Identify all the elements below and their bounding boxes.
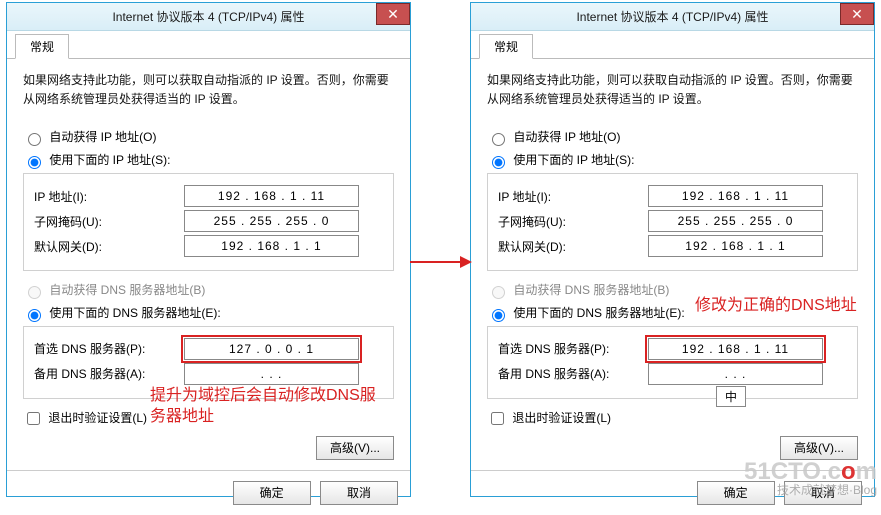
radio-auto-ip-row[interactable]: 自动获得 IP 地址(O): [487, 128, 858, 146]
annotation-right: 修改为正确的DNS地址: [695, 296, 881, 317]
checkbox-validate-label: 退出时验证设置(L): [48, 411, 147, 425]
radio-manual-ip-label: 使用下面的 IP 地址(S):: [513, 153, 634, 167]
ip-fieldgroup: IP 地址(I): 192 . 168 . 1 . 11 子网掩码(U): 25…: [23, 173, 394, 271]
radio-auto-ip-label: 自动获得 IP 地址(O): [513, 130, 620, 144]
window-title: Internet 协议版本 4 (TCP/IPv4) 属性: [576, 8, 768, 25]
radio-auto-dns-row: 自动获得 DNS 服务器地址(B): [23, 281, 394, 299]
label-dns-primary: 首选 DNS 服务器(P):: [498, 340, 648, 357]
input-dns-primary[interactable]: 192 . 168 . 1 . 11: [648, 338, 823, 360]
dns-fieldgroup: 首选 DNS 服务器(P): 192 . 168 . 1 . 11 备用 DNS…: [487, 326, 858, 399]
dialog-body: 如果网络支持此功能，则可以获取自动指派的 IP 设置。否则，你需要从网络系统管理…: [471, 59, 874, 470]
ime-candidate[interactable]: 中: [716, 386, 746, 407]
radio-manual-dns-row[interactable]: 使用下面的 DNS 服务器地址(E):: [23, 304, 394, 322]
close-button[interactable]: ✕: [376, 3, 410, 25]
advanced-button[interactable]: 高级(V)...: [780, 436, 858, 460]
dialog-button-row: 确定 取消: [471, 470, 874, 515]
ip-fieldgroup: IP 地址(I): 192 . 168 . 1 . 11 子网掩码(U): 25…: [487, 173, 858, 271]
radio-auto-ip[interactable]: [492, 133, 505, 146]
tab-general[interactable]: 常规: [15, 34, 69, 59]
description-text: 如果网络支持此功能，则可以获取自动指派的 IP 设置。否则，你需要从网络系统管理…: [23, 71, 394, 109]
annotation-left: 提升为域控后会自动修改DNS服务器地址: [150, 386, 380, 428]
radio-manual-ip-row[interactable]: 使用下面的 IP 地址(S):: [23, 151, 394, 169]
radio-auto-ip[interactable]: [28, 133, 41, 146]
input-mask[interactable]: 255 . 255 . 255 . 0: [184, 210, 359, 232]
tab-bar: 常规: [471, 33, 874, 59]
close-icon: ✕: [851, 6, 863, 23]
ok-button[interactable]: 确定: [697, 481, 775, 505]
close-icon: ✕: [387, 6, 399, 23]
tab-general[interactable]: 常规: [479, 34, 533, 59]
radio-auto-dns-label: 自动获得 DNS 服务器地址(B): [49, 283, 205, 297]
radio-auto-dns-label: 自动获得 DNS 服务器地址(B): [513, 283, 669, 297]
label-gateway: 默认网关(D):: [34, 238, 184, 255]
radio-manual-dns-label: 使用下面的 DNS 服务器地址(E):: [513, 306, 684, 320]
radio-auto-ip-row[interactable]: 自动获得 IP 地址(O): [23, 128, 394, 146]
input-dns-alt[interactable]: . . .: [648, 363, 823, 385]
description-text: 如果网络支持此功能，则可以获取自动指派的 IP 设置。否则，你需要从网络系统管理…: [487, 71, 858, 109]
input-ip[interactable]: 192 . 168 . 1 . 11: [184, 185, 359, 207]
ipv4-properties-dialog-right: Internet 协议版本 4 (TCP/IPv4) 属性 ✕ 常规 如果网络支…: [470, 2, 875, 497]
cancel-button[interactable]: 取消: [320, 481, 398, 505]
label-gateway: 默认网关(D):: [498, 238, 648, 255]
label-dns-primary: 首选 DNS 服务器(P):: [34, 340, 184, 357]
checkbox-validate[interactable]: [491, 412, 504, 425]
radio-manual-ip-label: 使用下面的 IP 地址(S):: [49, 153, 170, 167]
titlebar[interactable]: Internet 协议版本 4 (TCP/IPv4) 属性 ✕: [7, 3, 410, 31]
checkbox-validate[interactable]: [27, 412, 40, 425]
radio-auto-dns: [492, 286, 505, 299]
radio-manual-dns-label: 使用下面的 DNS 服务器地址(E):: [49, 306, 220, 320]
radio-manual-dns[interactable]: [492, 309, 505, 322]
close-button[interactable]: ✕: [840, 3, 874, 25]
label-mask: 子网掩码(U):: [498, 213, 648, 230]
validate-on-exit-row[interactable]: 退出时验证设置(L): [487, 409, 858, 428]
ok-button[interactable]: 确定: [233, 481, 311, 505]
window-title: Internet 协议版本 4 (TCP/IPv4) 属性: [112, 8, 304, 25]
input-gateway[interactable]: 192 . 168 . 1 . 1: [648, 235, 823, 257]
label-dns-alt: 备用 DNS 服务器(A):: [498, 365, 648, 382]
radio-auto-dns: [28, 286, 41, 299]
radio-manual-ip[interactable]: [28, 156, 41, 169]
radio-auto-ip-label: 自动获得 IP 地址(O): [49, 130, 156, 144]
radio-manual-ip-row[interactable]: 使用下面的 IP 地址(S):: [487, 151, 858, 169]
input-dns-alt[interactable]: . . .: [184, 363, 359, 385]
label-dns-alt: 备用 DNS 服务器(A):: [34, 365, 184, 382]
advanced-button[interactable]: 高级(V)...: [316, 436, 394, 460]
arrow-icon: [410, 252, 472, 272]
input-ip[interactable]: 192 . 168 . 1 . 11: [648, 185, 823, 207]
radio-manual-ip[interactable]: [492, 156, 505, 169]
checkbox-validate-label: 退出时验证设置(L): [512, 411, 611, 425]
input-mask[interactable]: 255 . 255 . 255 . 0: [648, 210, 823, 232]
label-mask: 子网掩码(U):: [34, 213, 184, 230]
input-gateway[interactable]: 192 . 168 . 1 . 1: [184, 235, 359, 257]
dialog-button-row: 确定 取消: [7, 470, 410, 515]
cancel-button[interactable]: 取消: [784, 481, 862, 505]
label-ip: IP 地址(I):: [498, 188, 648, 205]
label-ip: IP 地址(I):: [34, 188, 184, 205]
tab-bar: 常规: [7, 33, 410, 59]
radio-manual-dns[interactable]: [28, 309, 41, 322]
input-dns-primary[interactable]: 127 . 0 . 0 . 1: [184, 338, 359, 360]
titlebar[interactable]: Internet 协议版本 4 (TCP/IPv4) 属性 ✕: [471, 3, 874, 31]
